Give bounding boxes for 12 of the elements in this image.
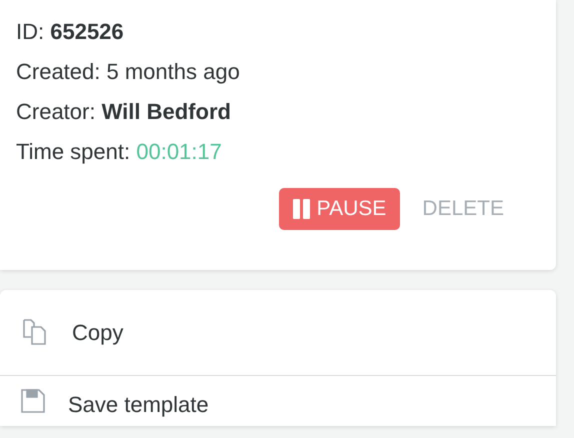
field-label: Creator: <box>16 99 96 124</box>
menu-item[interactable]: Save template <box>0 376 556 426</box>
menu-item[interactable]: Copy <box>0 290 556 376</box>
save-icon <box>20 388 46 414</box>
field-label: ID: <box>16 19 46 44</box>
field-value: 5 months ago <box>106 59 240 84</box>
field-value: Will Bedford <box>102 99 231 124</box>
field-label: Time spent: <box>16 139 132 164</box>
field-label: Created: <box>16 59 102 84</box>
field-value: 652526 <box>50 19 124 44</box>
pause-icon <box>292 198 311 219</box>
field-value: 00:01:17 <box>136 139 222 164</box>
